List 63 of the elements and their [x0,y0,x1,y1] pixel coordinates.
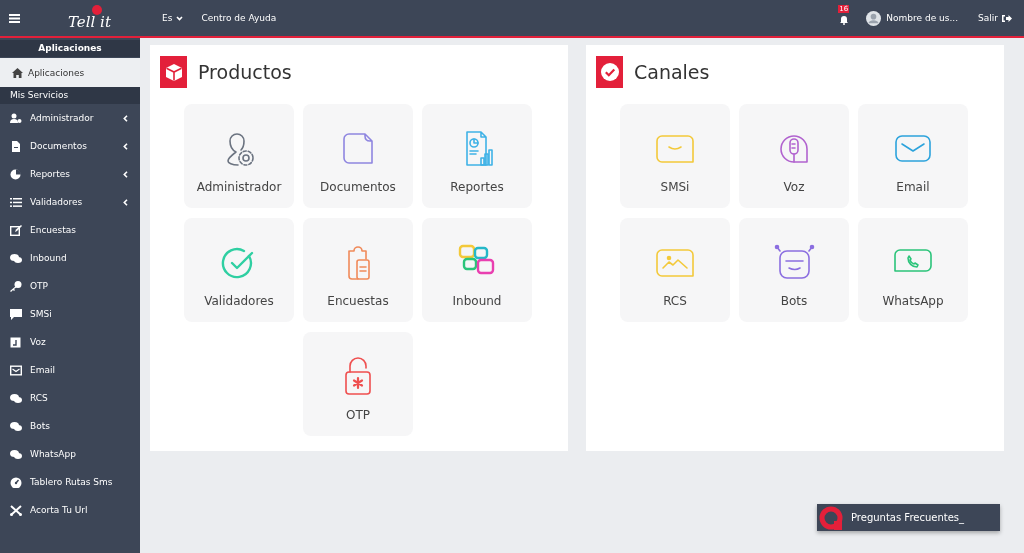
app-tile[interactable]: RCS [620,218,730,322]
gauge-icon [10,476,22,488]
sidebar-item[interactable]: Tablero Rutas Sms [0,468,140,496]
logo-dot-icon [92,5,102,15]
box-icon [160,56,187,88]
chevron-down-icon [176,15,184,21]
user-menu[interactable]: Nombre de us... [866,10,959,26]
app-tile[interactable]: Reportes [422,104,532,208]
square-icon [10,336,22,348]
sidebar-item[interactable]: Reportes [0,160,140,188]
sidebar-section-label: Mis Servicios [0,87,140,104]
app-tile[interactable]: WhatsApp [858,218,968,322]
menu-icon[interactable] [9,13,20,23]
app-tile[interactable]: Administrador [184,104,294,208]
avatar-icon [866,10,882,26]
user-gear-icon [10,112,22,124]
sidebar-item[interactable]: Aplicaciones [0,58,140,87]
sidebar-item[interactable]: SMSi [0,300,140,328]
sidebar-item[interactable]: Administrador [0,104,140,132]
list-icon [10,196,22,208]
sidebar-item[interactable]: RCS [0,384,140,412]
envelope-icon [10,364,22,376]
sidebar-item[interactable]: Acorta Tu Url [0,496,140,524]
chat-icon [10,448,22,460]
document-icon [10,140,22,152]
home-icon [12,67,23,78]
app-tile[interactable]: Voz [739,104,849,208]
sidebar-item[interactable]: OTP [0,272,140,300]
chat-icon [10,420,22,432]
bell-icon [839,14,850,25]
app-tile[interactable]: OTP [303,332,413,436]
panel-title: Canales [634,61,710,83]
chat-icon [10,252,22,264]
logout-button[interactable]: Salir [978,13,1012,23]
logo[interactable]: Tell it [68,11,111,33]
faq-button[interactable]: Preguntas Frecuentes_ [817,504,1000,531]
edit-icon [10,224,22,236]
sidebar-item[interactable]: Documentos [0,132,140,160]
sidebar-item[interactable]: Inbound [0,244,140,272]
sidebar-item[interactable]: Validadores [0,188,140,216]
sidebar-item[interactable]: Email [0,356,140,384]
chat-icon [10,392,22,404]
app-tile[interactable]: SMSi [620,104,730,208]
language-dropdown[interactable]: Es [162,13,184,23]
app-tile[interactable]: Documentos [303,104,413,208]
app-tile[interactable]: Encuestas [303,218,413,322]
app-tile[interactable]: Email [858,104,968,208]
sidebar-header: Aplicaciones [0,40,140,57]
check-icon [596,56,623,88]
help-link[interactable]: Centro de Ayuda [201,13,277,23]
pie-chart-icon [10,168,22,180]
app-tile[interactable]: Inbound [422,218,532,322]
sidebar-item[interactable]: Bots [0,412,140,440]
app-tile[interactable]: Bots [739,218,849,322]
key-icon [10,280,22,292]
sidebar-item[interactable]: WhatsApp [0,440,140,468]
app-tile[interactable]: Validadores [184,218,294,322]
panel-title: Productos [198,61,292,83]
sidebar-item[interactable]: Encuestas [0,216,140,244]
sign-out-icon [1002,13,1012,23]
chat-logo-icon [819,505,843,530]
speech-bubble-icon [10,308,22,320]
sidebar-item[interactable]: Voz [0,328,140,356]
